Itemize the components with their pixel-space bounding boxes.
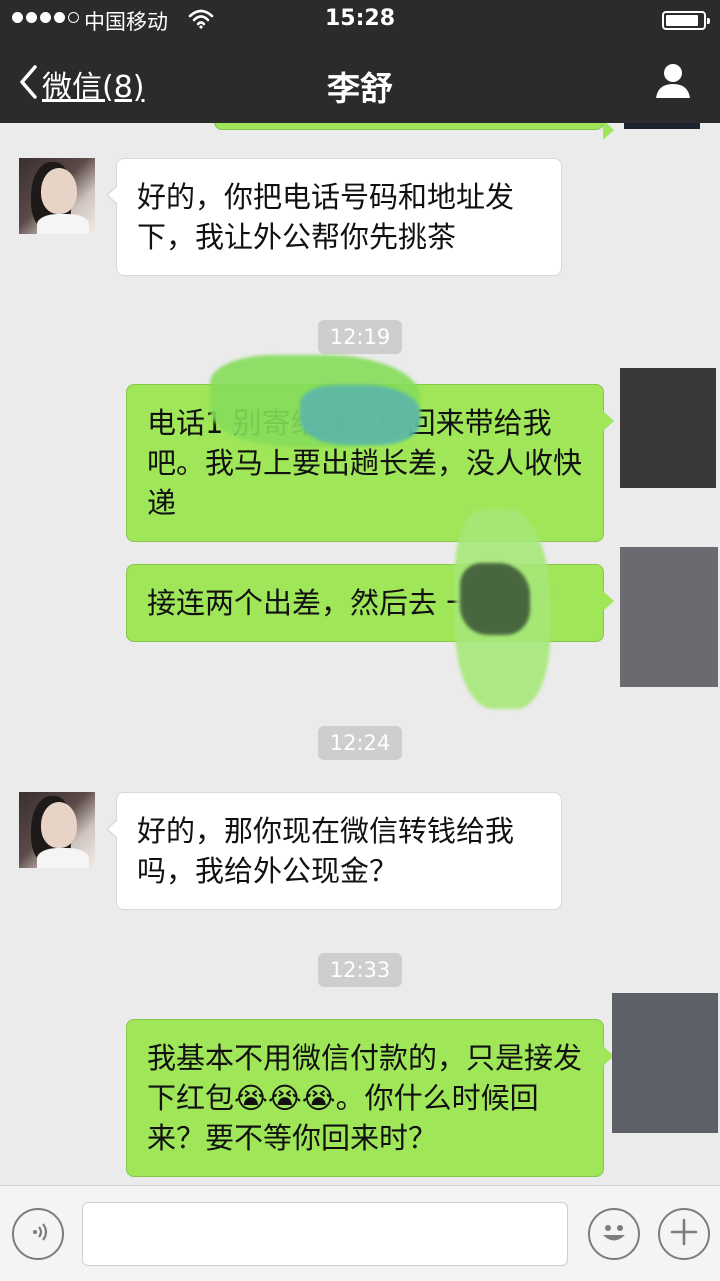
back-button[interactable]: 微信(8)	[18, 62, 145, 106]
message-text: 好的，那你现在微信转钱给我吗，我给外公现金？	[137, 814, 515, 888]
message-input[interactable]	[82, 1202, 568, 1266]
my-avatar-redacted[interactable]	[620, 368, 716, 488]
redaction-mark	[460, 563, 530, 635]
chevron-left-icon	[18, 64, 38, 104]
timestamp: 12:19	[0, 320, 720, 354]
back-label: 微信(8)	[42, 70, 145, 105]
message-text: 接连两个出差，然后去 一趟	[147, 586, 505, 620]
avatar-partial	[624, 123, 700, 129]
timestamp: 12:33	[0, 953, 720, 987]
navigation-bar: 中国移动 15:28 微信(8) 李舒	[0, 0, 720, 123]
message-list[interactable]: 好的，你把电话号码和地址发下，我让外公帮你先挑茶 12:19 电话1 别寄给我，…	[0, 123, 720, 1185]
message-bubble-incoming[interactable]: 好的，那你现在微信转钱给我吗，我给外公现金？	[106, 792, 562, 910]
profile-button[interactable]	[654, 62, 692, 104]
battery-icon	[662, 11, 710, 30]
voice-icon	[25, 1219, 51, 1249]
plus-icon	[668, 1216, 700, 1252]
status-time: 15:28	[324, 6, 396, 31]
my-avatar-redacted[interactable]	[620, 547, 718, 687]
message-bubble-partial[interactable]	[214, 123, 614, 140]
input-bar	[0, 1185, 720, 1281]
my-avatar-redacted[interactable]	[612, 993, 718, 1133]
contact-avatar[interactable]	[19, 792, 95, 868]
message-text: 我基本不用微信付款的，只是接发下红包😭😭😭。你什么时候回来？要不等你回来时？	[147, 1041, 583, 1155]
person-icon	[654, 64, 692, 104]
redaction-mark	[300, 385, 420, 445]
status-bar: 中国移动 15:28	[0, 0, 720, 40]
message-bubble-incoming[interactable]: 好的，你把电话号码和地址发下，我让外公帮你先挑茶	[106, 158, 562, 276]
battery-level	[666, 15, 698, 26]
voice-button[interactable]	[12, 1208, 64, 1260]
timestamp: 12:24	[0, 726, 720, 760]
emoji-icon	[594, 1212, 634, 1256]
message-bubble-outgoing[interactable]: 我基本不用微信付款的，只是接发下红包😭😭😭。你什么时候回来？要不等你回来时？	[126, 1019, 614, 1177]
message-text: 好的，你把电话号码和地址发下，我让外公帮你先挑茶	[137, 180, 515, 254]
emoji-button[interactable]	[588, 1208, 640, 1260]
more-button[interactable]	[658, 1208, 710, 1260]
contact-avatar[interactable]	[19, 158, 95, 234]
